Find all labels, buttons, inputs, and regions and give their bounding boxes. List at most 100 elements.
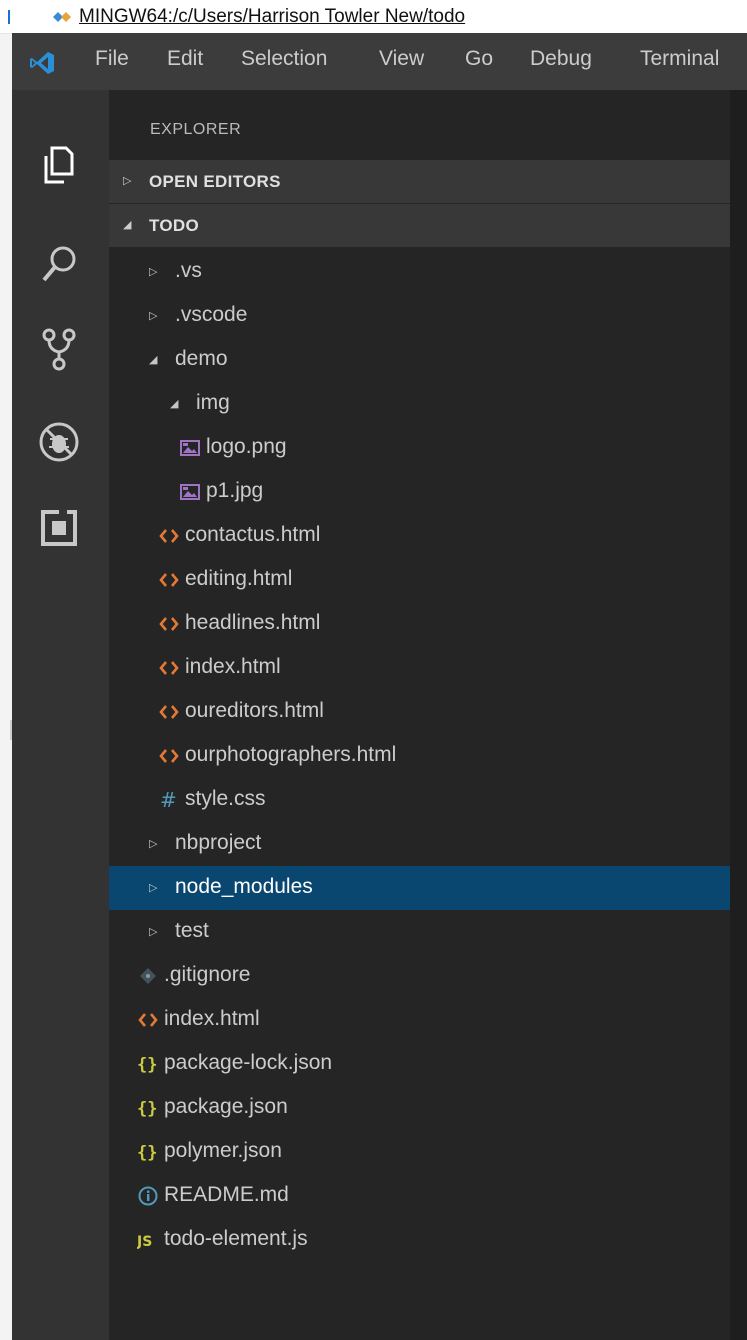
chevron-right-icon: ▷ xyxy=(149,882,158,894)
tree-item-label: ourphotographers.html xyxy=(185,743,397,766)
js-file-icon: JS xyxy=(136,1229,159,1251)
tree-item-label: index.html xyxy=(164,1007,260,1030)
chevron-right-icon: ▷ xyxy=(149,926,158,938)
tree-file-row[interactable]: p1.jpg xyxy=(109,470,730,514)
tree-item-label: .vs xyxy=(175,259,202,282)
html-file-icon xyxy=(158,569,180,591)
chevron-right-icon: ▷ xyxy=(123,175,132,187)
git-file-icon xyxy=(137,965,159,987)
json-file-icon: {} xyxy=(137,1097,159,1119)
tree-item-label: nbproject xyxy=(175,831,262,854)
tree-item-label: todo-element.js xyxy=(164,1227,308,1250)
project-label: TODO xyxy=(149,216,200,235)
info-file-icon xyxy=(137,1185,159,1207)
html-file-icon xyxy=(158,525,180,547)
tree-item-label: .vscode xyxy=(175,303,248,326)
git-bash-icon xyxy=(53,12,71,22)
menu-selection[interactable]: Selection xyxy=(241,47,327,71)
tree-file-row[interactable]: JS todo-element.js xyxy=(109,1218,730,1262)
tree-folder-row[interactable]: ▷ nbproject xyxy=(109,822,730,866)
tree-item-label: README.md xyxy=(164,1183,289,1206)
tree-file-row[interactable]: {} package-lock.json xyxy=(109,1042,730,1086)
image-file-icon xyxy=(179,481,201,503)
debug-icon[interactable] xyxy=(34,417,84,467)
activity-bar xyxy=(12,90,109,1340)
tree-item-label: logo.png xyxy=(206,435,287,458)
chevron-down-icon: ◢ xyxy=(170,398,179,410)
tree-file-row[interactable]: .gitignore xyxy=(109,954,730,998)
project-section[interactable]: ◢ TODO xyxy=(109,204,730,247)
tree-folder-row[interactable]: ▷ .vscode xyxy=(109,294,730,338)
chevron-right-icon: ▷ xyxy=(149,310,158,322)
open-editors-label: OPEN EDITORS xyxy=(149,172,281,191)
tree-folder-row[interactable]: ▷ .vs xyxy=(109,250,730,294)
menu-go[interactable]: Go xyxy=(465,47,493,71)
tree-item-label: img xyxy=(196,391,230,414)
tree-item-label: .gitignore xyxy=(164,963,251,986)
svg-text:JS: JS xyxy=(137,1234,152,1250)
tree-item-label: style.css xyxy=(185,787,266,810)
tree-file-row[interactable]: ourphotographers.html xyxy=(109,734,730,778)
vscode-window: File Edit Selection View Go Debug Termin… xyxy=(12,33,747,1340)
menu-file[interactable]: File xyxy=(95,47,129,71)
tree-file-row[interactable]: contactus.html xyxy=(109,514,730,558)
explorer-header: EXPLORER xyxy=(150,121,242,138)
css-file-icon: # xyxy=(158,788,180,812)
extensions-icon[interactable] xyxy=(34,503,84,553)
background-window-edge xyxy=(0,0,12,1340)
tree-item-label: polymer.json xyxy=(164,1139,282,1162)
open-editors-section[interactable]: ▷ OPEN EDITORS xyxy=(109,160,730,203)
image-file-icon xyxy=(179,437,201,459)
tree-file-row[interactable]: index.html xyxy=(109,998,730,1042)
editor-area-edge xyxy=(730,90,747,1340)
tree-item-label: contactus.html xyxy=(185,523,321,546)
html-file-icon xyxy=(158,745,180,767)
menu-edit[interactable]: Edit xyxy=(167,47,203,71)
tree-item-label: p1.jpg xyxy=(206,479,264,502)
tree-file-row[interactable]: index.html xyxy=(109,646,730,690)
tree-folder-row[interactable]: ◢ img xyxy=(109,382,730,426)
tree-file-row[interactable]: logo.png xyxy=(109,426,730,470)
html-file-icon xyxy=(137,1009,159,1031)
tree-item-label: package.json xyxy=(164,1095,288,1118)
explorer-sidebar: EXPLORER ▷ OPEN EDITORS ◢ TODO ▷ .vs ▷ .vsc… xyxy=(109,90,730,1340)
svg-text:{}: {} xyxy=(137,1143,157,1163)
tree-item-label: editing.html xyxy=(185,567,293,590)
tree-file-row[interactable]: README.md xyxy=(109,1174,730,1218)
tree-file-row[interactable]: oureditors.html xyxy=(109,690,730,734)
menu-debug[interactable]: Debug xyxy=(530,47,592,71)
svg-text:#: # xyxy=(160,789,177,811)
terminal-titlebar: MINGW64:/c/Users/Harrison Towler New/tod… xyxy=(0,0,747,34)
json-file-icon: {} xyxy=(137,1141,159,1163)
tree-item-label: package-lock.json xyxy=(164,1051,333,1074)
menu-view[interactable]: View xyxy=(379,47,424,71)
search-icon[interactable] xyxy=(34,240,84,290)
tree-file-row[interactable]: {} polymer.json xyxy=(109,1130,730,1174)
svg-text:{}: {} xyxy=(137,1099,157,1119)
source-control-icon[interactable] xyxy=(34,324,84,374)
tree-item-label: demo xyxy=(175,347,228,370)
tree-file-row[interactable]: editing.html xyxy=(109,558,730,602)
tree-folder-row[interactable]: ▷ node_modules xyxy=(109,866,730,910)
menu-terminal[interactable]: Terminal xyxy=(640,47,719,71)
chevron-down-icon: ◢ xyxy=(149,354,158,366)
json-file-icon: {} xyxy=(137,1053,159,1075)
tree-item-label: node_modules xyxy=(175,875,313,898)
tree-folder-row[interactable]: ◢ demo xyxy=(109,338,730,382)
chevron-right-icon: ▷ xyxy=(149,838,158,850)
tree-folder-row[interactable]: ▷ test xyxy=(109,910,730,954)
tree-file-row[interactable]: headlines.html xyxy=(109,602,730,646)
chevron-down-icon: ◢ xyxy=(123,219,132,231)
html-file-icon xyxy=(158,613,180,635)
tree-file-row[interactable]: # style.css xyxy=(109,778,730,822)
tree-item-label: oureditors.html xyxy=(185,699,324,722)
tree-item-label: index.html xyxy=(185,655,281,678)
window-accent xyxy=(8,10,10,24)
html-file-icon xyxy=(158,657,180,679)
explorer-icon[interactable] xyxy=(34,140,84,190)
tree-file-row[interactable]: {} package.json xyxy=(109,1086,730,1130)
svg-text:{}: {} xyxy=(137,1055,157,1075)
terminal-title: MINGW64:/c/Users/Harrison Towler New/tod… xyxy=(79,6,466,27)
menubar: File Edit Selection View Go Debug Termin… xyxy=(12,33,747,90)
html-file-icon xyxy=(158,701,180,723)
